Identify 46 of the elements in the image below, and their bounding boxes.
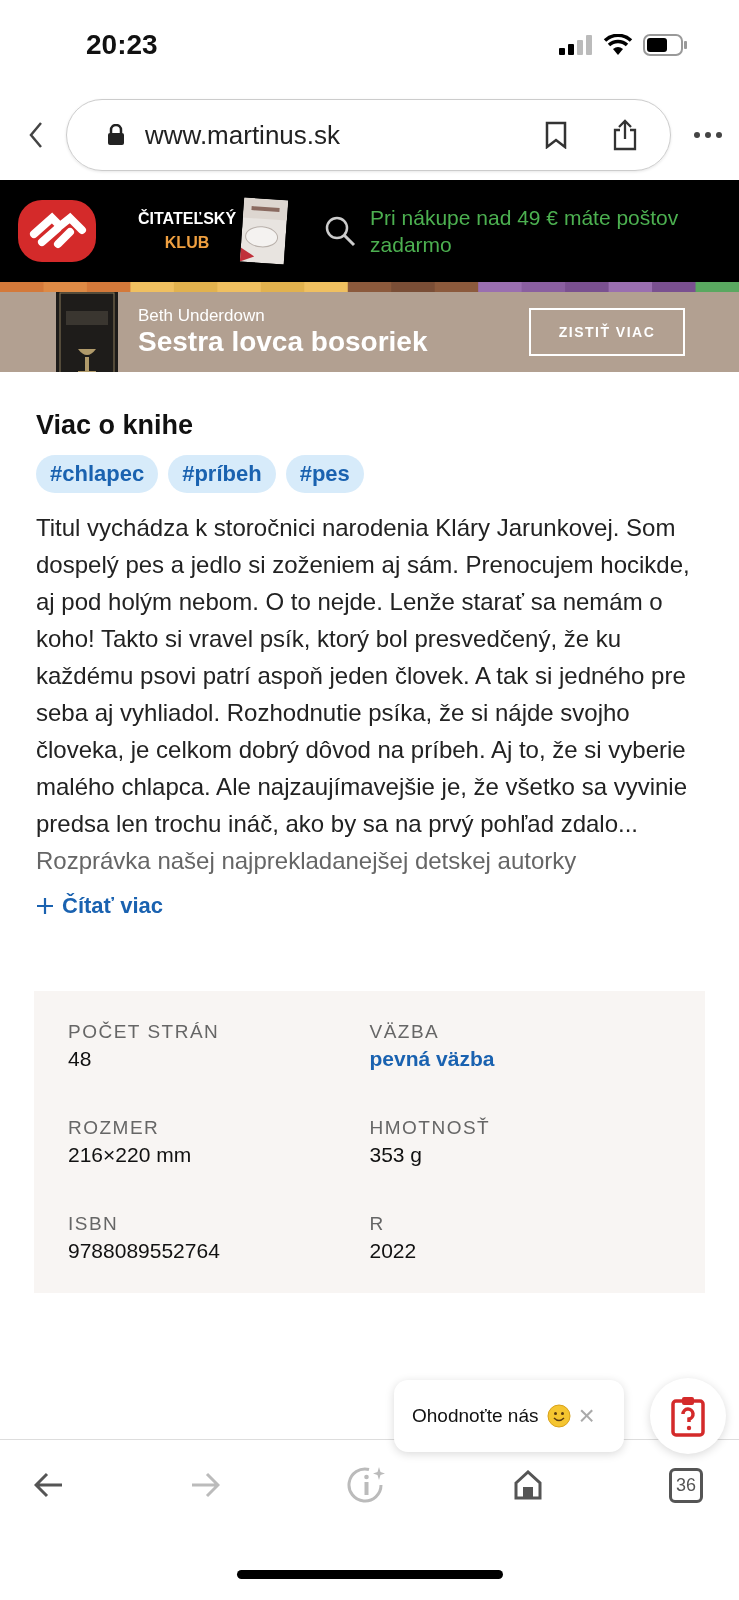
rating-popup[interactable]: Ohodnoťte nás ×: [394, 1380, 624, 1452]
detail-link[interactable]: pevná väzba: [369, 1047, 671, 1071]
wifi-icon: [603, 34, 633, 56]
tabs-button[interactable]: 36: [669, 1467, 703, 1503]
club-subtitle[interactable]: KLUB: [164, 231, 210, 255]
more-icon[interactable]: [693, 131, 723, 139]
description-text: Titul vychádza k storočnici narodenia Kláry Jarunkovej. Som dospelý pes a jedlo si zoženiem aj sám. Prenocujem hocikde, aj pod holým nebom. O to nejde. Lenže starať sa nemám o koho! Takto si vravel psík, ktorý bol presvedčený, že ku každému psovi patrí aspoň jeden človek. A tak si jedného pre seba aj vyhliadol. Rozhodnutie psíka, že si nájde svojho človeka, je celkom dobrý dôvod na príbeh. Aj to, že si vyberie malého chlapca. Ale najzaujímavejšie je, že všetko sa vyvinie predsa len trochu ináč, ako by sa na prvý pohľad zdalo...: [36, 513, 691, 839]
detail-value: 9788089552764: [68, 1239, 221, 1263]
detail-label: ROZMER: [68, 1117, 161, 1139]
logo-icon[interactable]: [18, 200, 96, 262]
search-icon[interactable]: [324, 215, 357, 247]
banner-author: Beth Underdown: [138, 306, 266, 326]
detail-label: R: [369, 1213, 386, 1235]
description-text: Rozprávka našej najprekladanejšej detskej autorky: [36, 846, 578, 876]
detail-label: HMOTNOSŤ: [369, 1117, 492, 1139]
detail-label: ISBN: [68, 1213, 120, 1235]
signal-icon: [559, 35, 593, 55]
club-title[interactable]: ČITATEĽSKÝ: [138, 207, 237, 231]
promo-text: zadarmo: [370, 232, 453, 258]
back-chevron-icon[interactable]: [28, 121, 44, 149]
clipboard-question-icon: [671, 1395, 705, 1437]
rating-prompt: Ohodnoťte nás: [412, 1405, 539, 1427]
smiley-icon: [546, 1404, 571, 1428]
tag-chip[interactable]: #príbeh: [168, 455, 276, 493]
detail-value: 216×220 mm: [68, 1143, 193, 1167]
share-icon[interactable]: [612, 119, 638, 151]
detail-value: 48: [68, 1047, 93, 1071]
tag-chip[interactable]: #pes: [285, 455, 364, 493]
detail-value: 353 g: [369, 1143, 424, 1167]
banner-title: Sestra lovca bosoriek: [138, 326, 428, 358]
feedback-button[interactable]: [650, 1378, 726, 1454]
tag-chip[interactable]: #chlapec: [36, 455, 159, 493]
plus-icon: [36, 897, 54, 915]
detail-label: VÄZBA: [369, 1021, 441, 1043]
bookmark-icon[interactable]: [544, 121, 568, 149]
back-arrow-icon[interactable]: [34, 1472, 64, 1498]
lock-icon: [107, 124, 125, 146]
section-heading: Viac o knihe: [36, 410, 195, 441]
promo-text: Pri nákupe nad 49 € máte poštov: [370, 205, 679, 231]
read-more-link[interactable]: Čítať viac: [36, 893, 164, 919]
detail-value: 2022: [369, 1239, 418, 1263]
status-time: 20:23: [86, 29, 158, 61]
battery-icon: [643, 34, 689, 56]
url-text: www.martinus.sk: [145, 119, 341, 151]
home-icon[interactable]: [512, 1470, 543, 1500]
detail-label: POČET STRÁN: [68, 1021, 221, 1043]
